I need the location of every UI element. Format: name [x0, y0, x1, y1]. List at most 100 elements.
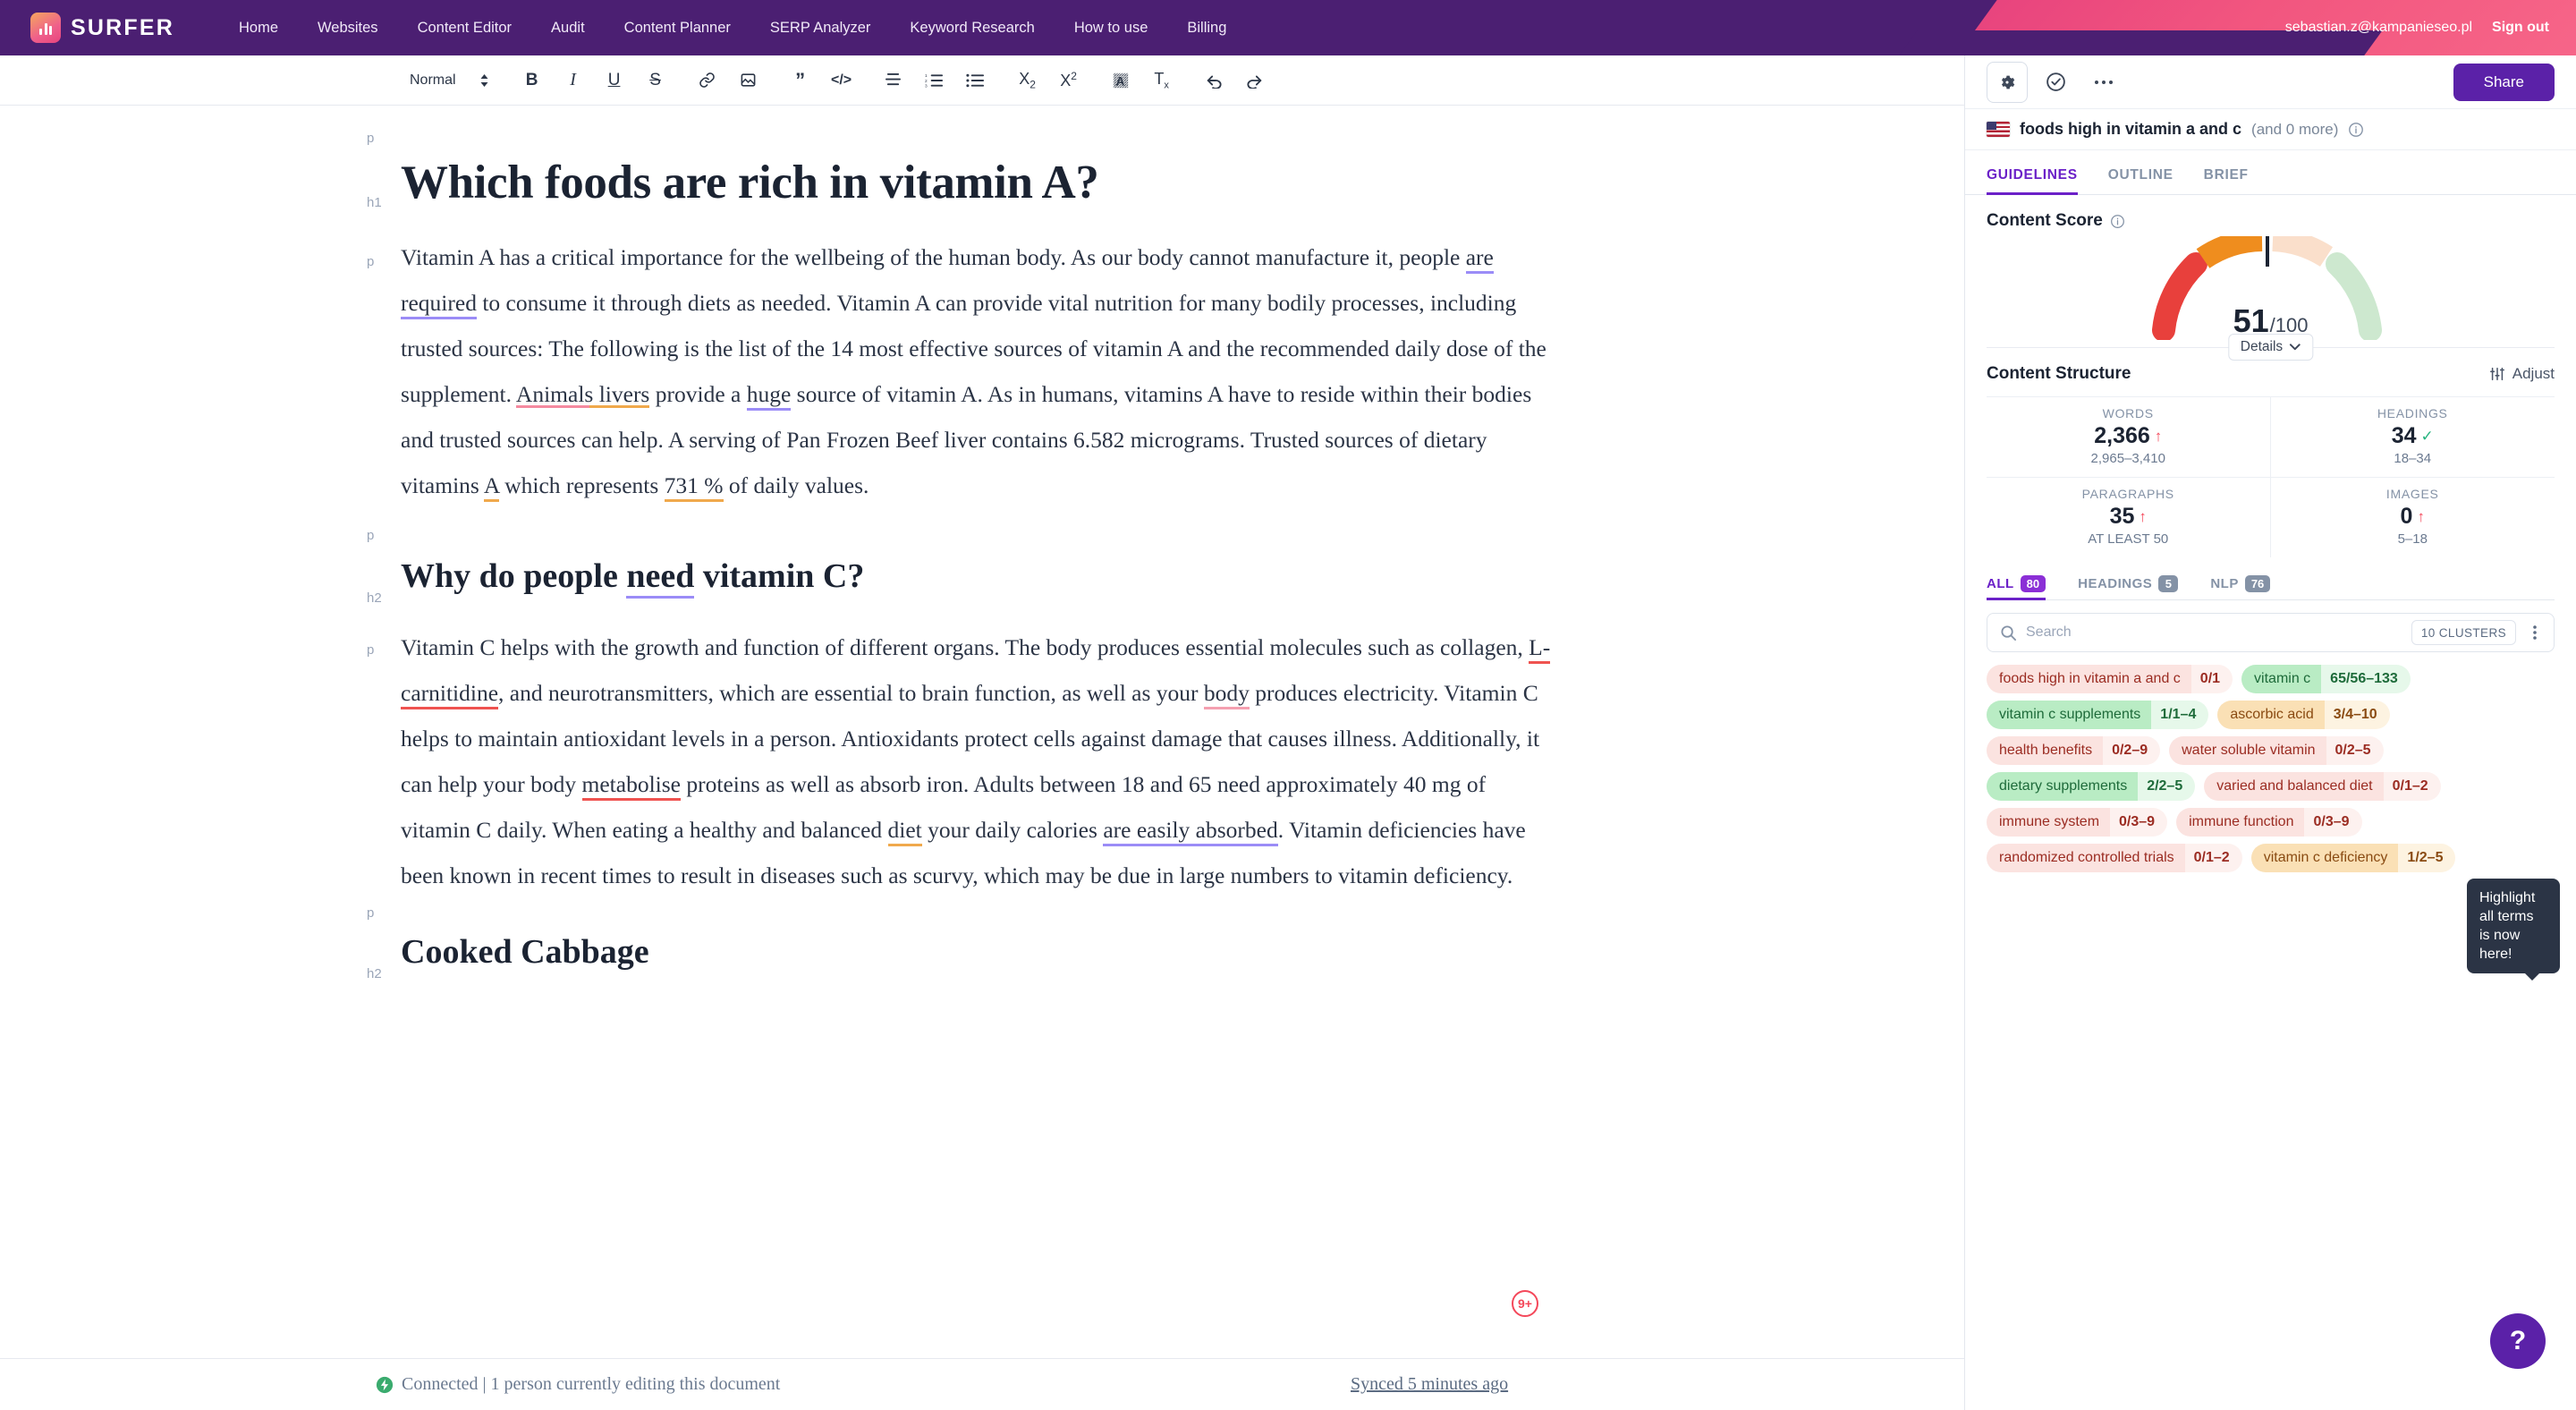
- code-icon[interactable]: </>: [826, 64, 858, 97]
- editor-toolbar: Normal B I U S ” </> 123 X2 X2 A Tx: [0, 55, 1964, 106]
- italic-icon[interactable]: I: [557, 64, 589, 97]
- ordered-list-icon[interactable]: 123: [919, 64, 951, 97]
- search-input[interactable]: [2026, 624, 2402, 641]
- term-tag-name: vitamin c deficiency: [2250, 844, 2399, 872]
- nav-link-websites[interactable]: Websites: [298, 0, 398, 55]
- highlighted-term[interactable]: metabolise: [581, 771, 681, 801]
- terms-tab-all[interactable]: ALL 80: [1987, 575, 2046, 600]
- adjust-button[interactable]: Adjust: [2489, 365, 2555, 383]
- stat-value-row: 0 ↑: [2276, 504, 2550, 530]
- nav-link-home[interactable]: Home: [219, 0, 298, 55]
- nav-link-audit[interactable]: Audit: [531, 0, 605, 55]
- highlighted-term[interactable]: diet: [887, 817, 922, 846]
- content-score-info-icon[interactable]: [2110, 214, 2125, 229]
- bullet-list-icon[interactable]: [960, 64, 992, 97]
- nav-link-serp-analyzer[interactable]: SERP Analyzer: [750, 0, 891, 55]
- term-tag[interactable]: health benefits 0/2–9: [1987, 736, 2161, 765]
- gear-icon[interactable]: [1987, 61, 2028, 103]
- image-icon[interactable]: [733, 64, 765, 97]
- term-tag[interactable]: vitamin c deficiency 1/2–5: [2250, 844, 2456, 872]
- redo-icon[interactable]: [1239, 64, 1271, 97]
- paragraph-vitamin-a[interactable]: Vitamin A has a critical importance for …: [401, 234, 1555, 508]
- adjust-label: Adjust: [2512, 365, 2555, 382]
- nav-link-keyword-research[interactable]: Keyword Research: [890, 0, 1054, 55]
- nav-link-content-editor[interactable]: Content Editor: [398, 0, 531, 55]
- heading-cooked-cabbage[interactable]: Cooked Cabbage: [401, 932, 1964, 972]
- tab-guidelines[interactable]: GUIDELINES: [1987, 167, 2094, 195]
- brand-name: SURFER: [71, 14, 174, 40]
- check-circle-icon[interactable]: [2035, 62, 2076, 103]
- highlighted-term[interactable]: body: [1203, 680, 1250, 709]
- underline-icon[interactable]: U: [598, 64, 631, 97]
- keyword-info-icon[interactable]: [2348, 122, 2364, 138]
- stat-range: 18–34: [2394, 451, 2432, 466]
- keyword-row: foods high in vitamin a and c (and 0 mor…: [1965, 109, 2576, 150]
- sign-out-link[interactable]: Sign out: [2492, 20, 2549, 36]
- term-tag[interactable]: varied and balanced diet 0/1–2: [2204, 772, 2441, 801]
- term-tag[interactable]: vitamin c supplements 1/1–4: [1987, 701, 2209, 729]
- heading-vitamin-c[interactable]: Why do people need vitamin C?: [401, 556, 1964, 599]
- superscript-icon[interactable]: X2: [1053, 64, 1085, 97]
- term-tag-count: 65/56–133: [2321, 665, 2411, 693]
- terms-tab-headings[interactable]: HEADINGS 5: [2078, 575, 2179, 599]
- synced-timestamp[interactable]: Synced 5 minutes ago: [1351, 1374, 1508, 1395]
- clusters-filter-chip[interactable]: 10 CLUSTERS: [2411, 620, 2516, 645]
- terms-tab-nlp[interactable]: NLP 76: [2210, 575, 2271, 599]
- term-tag[interactable]: dietary supplements 2/2–5: [1987, 772, 2196, 801]
- align-icon[interactable]: [877, 64, 910, 97]
- content-score-section: Content Score 51 /100 Details: [1965, 195, 2576, 361]
- blockquote-icon[interactable]: ”: [784, 64, 817, 97]
- highlighted-term[interactable]: huge: [746, 381, 792, 411]
- content-structure-label: Content Structure: [1987, 364, 2131, 383]
- term-tag-count: 0/1–2: [2184, 844, 2242, 872]
- comment-count-badge[interactable]: 9+: [1512, 1290, 1538, 1317]
- highlighted-term[interactable]: are easily absorbed: [1103, 817, 1278, 846]
- surfer-logo[interactable]: SURFER: [30, 13, 174, 43]
- highlighted-term[interactable]: need: [626, 557, 695, 599]
- document-editor[interactable]: p h1 Which foods are rich in vitamin A? …: [0, 106, 1964, 1358]
- paragraph-vitamin-c[interactable]: Vitamin C helps with the growth and func…: [401, 624, 1555, 898]
- connected-status-icon: [376, 1376, 394, 1394]
- nav-link-billing[interactable]: Billing: [1167, 0, 1246, 55]
- term-tag[interactable]: randomized controlled trials 0/1–2: [1987, 844, 2242, 872]
- highlighted-term[interactable]: A: [483, 472, 499, 502]
- block-tag-p: p: [367, 642, 375, 658]
- highlighted-term[interactable]: Animals livers: [515, 381, 650, 408]
- term-tag[interactable]: water soluble vitamin 0/2–5: [2169, 736, 2384, 765]
- term-tag[interactable]: foods high in vitamin a and c 0/1: [1987, 665, 2233, 693]
- term-tag[interactable]: immune function 0/3–9: [2176, 808, 2362, 837]
- stat-headings: HEADINGS 34 ✓ 18–34: [2270, 397, 2555, 478]
- page-title[interactable]: Which foods are rich in vitamin A?: [401, 156, 1964, 209]
- highlighted-term[interactable]: 731 %: [664, 472, 724, 502]
- arrow-up-icon: ↑: [2417, 507, 2425, 525]
- highlighted-term[interactable]: L-carnitidine: [401, 634, 1551, 709]
- strikethrough-icon[interactable]: S: [640, 64, 672, 97]
- term-tag[interactable]: vitamin c 65/56–133: [2241, 665, 2411, 693]
- clear-format-icon[interactable]: Tx: [1146, 64, 1178, 97]
- tab-outline[interactable]: OUTLINE: [2108, 167, 2190, 194]
- search-icon: [2000, 624, 2017, 641]
- content-structure-section: Content Structure Adjust WORDS 2,366 ↑ 2,96…: [1965, 348, 2576, 557]
- subscript-icon[interactable]: X2: [1012, 64, 1044, 97]
- nav-link-content-planner[interactable]: Content Planner: [605, 0, 750, 55]
- details-toggle-button[interactable]: Details: [2227, 334, 2314, 361]
- ellipsis-icon[interactable]: [2083, 62, 2124, 103]
- share-button[interactable]: Share: [2453, 63, 2555, 101]
- term-tag[interactable]: immune system 0/3–9: [1987, 808, 2168, 837]
- link-icon[interactable]: [691, 64, 724, 97]
- stat-value: 2,366: [2094, 423, 2150, 448]
- paragraph-style-dropdown[interactable]: Normal: [402, 64, 496, 97]
- term-tag[interactable]: ascorbic acid 3/4–10: [2217, 701, 2390, 729]
- term-tag-count: 0/3–9: [2304, 808, 2362, 837]
- stat-value: 0: [2400, 504, 2413, 529]
- highlight-icon[interactable]: A: [1105, 64, 1137, 97]
- terms-options-icon[interactable]: [2525, 624, 2545, 641]
- undo-icon[interactable]: [1198, 64, 1230, 97]
- nav-link-how-to-use[interactable]: How to use: [1055, 0, 1168, 55]
- tab-brief[interactable]: BRIEF: [2204, 167, 2265, 194]
- stat-images: IMAGES 0 ↑ 5–18: [2271, 478, 2555, 557]
- help-button[interactable]: ?: [2490, 1313, 2546, 1369]
- bold-icon[interactable]: B: [516, 64, 548, 97]
- nav-links: Home Websites Content Editor Audit Content P…: [219, 0, 1246, 55]
- highlighted-term[interactable]: are required: [401, 244, 1494, 319]
